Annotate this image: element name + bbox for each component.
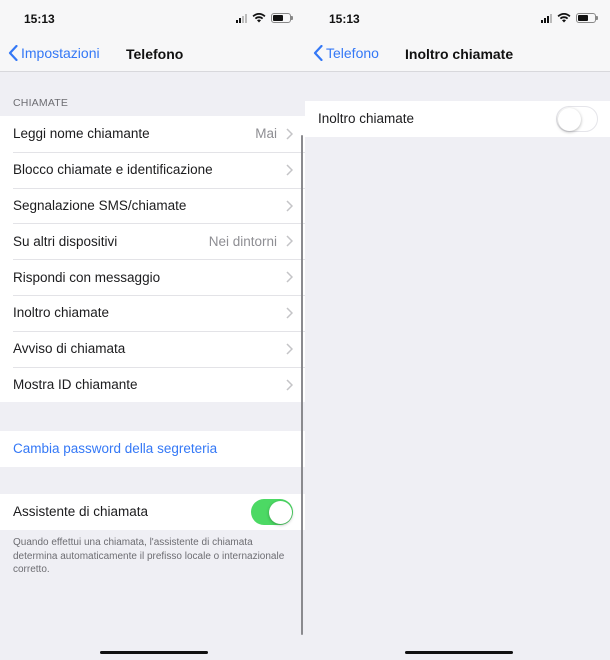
chevron-right-icon bbox=[286, 128, 293, 140]
row-call-forwarding[interactable]: Inoltro chiamate bbox=[0, 294, 305, 331]
battery-icon bbox=[576, 13, 598, 23]
row-call-waiting[interactable]: Avviso di chiamata bbox=[0, 330, 305, 367]
chevron-left-icon bbox=[313, 45, 323, 61]
home-indicator[interactable] bbox=[100, 651, 208, 654]
back-label: Impostazioni bbox=[21, 45, 100, 61]
page-title: Telefono bbox=[126, 46, 184, 62]
row-show-caller-id[interactable]: Mostra ID chiamante bbox=[0, 366, 305, 403]
voicemail-group: Cambia password della segreteria bbox=[0, 431, 305, 467]
back-label: Telefono bbox=[326, 45, 379, 61]
chevron-right-icon bbox=[286, 343, 293, 355]
navigation-bar: Impostazioni Telefono bbox=[0, 36, 305, 72]
status-bar: 15:13 bbox=[305, 0, 610, 36]
status-time: 15:13 bbox=[329, 12, 360, 26]
call-forwarding-toggle[interactable] bbox=[556, 106, 598, 132]
chevron-right-icon bbox=[286, 235, 293, 247]
wifi-icon bbox=[252, 13, 266, 23]
dial-assist-group: Assistente di chiamata bbox=[0, 494, 305, 530]
row-announce-calls[interactable]: Leggi nome chiamante Mai bbox=[0, 116, 305, 152]
forwarding-group: Inoltro chiamate bbox=[305, 101, 610, 137]
dial-assist-description: Quando effettui una chiamata, l'assisten… bbox=[13, 537, 285, 575]
back-button[interactable]: Telefono bbox=[313, 45, 379, 61]
status-time: 15:13 bbox=[24, 12, 55, 26]
wifi-icon bbox=[557, 13, 571, 23]
chevron-right-icon bbox=[286, 164, 293, 176]
row-sms-call-reporting[interactable]: Segnalazione SMS/chiamate bbox=[0, 187, 305, 224]
cellular-signal-icon bbox=[541, 13, 552, 23]
row-call-forwarding-switch: Inoltro chiamate bbox=[305, 101, 610, 137]
scrollbar[interactable] bbox=[301, 135, 303, 635]
row-detail: Nei dintorni bbox=[208, 233, 277, 249]
chevron-right-icon bbox=[286, 271, 293, 283]
dial-assist-toggle[interactable] bbox=[251, 499, 293, 525]
battery-icon bbox=[271, 13, 293, 23]
section-header-calls: CHIAMATE bbox=[13, 97, 69, 109]
status-bar: 15:13 bbox=[0, 0, 305, 36]
chevron-left-icon bbox=[8, 45, 18, 61]
home-indicator[interactable] bbox=[405, 651, 513, 654]
page-title: Inoltro chiamate bbox=[405, 46, 514, 62]
back-button[interactable]: Impostazioni bbox=[8, 45, 100, 61]
chevron-right-icon bbox=[286, 379, 293, 391]
phone-settings-screen: 15:13 Impostazioni Telefono CHIAMATE Leg… bbox=[0, 0, 305, 660]
row-other-devices[interactable]: Su altri dispositivi Nei dintorni bbox=[0, 223, 305, 259]
chevron-right-icon bbox=[286, 200, 293, 212]
row-dial-assist: Assistente di chiamata bbox=[0, 494, 305, 530]
row-call-blocking[interactable]: Blocco chiamate e identificazione bbox=[0, 151, 305, 188]
call-forwarding-screen: 15:13 Telefono Inoltro chiamate Inoltro … bbox=[305, 0, 610, 660]
calls-settings-group: Leggi nome chiamante Mai Blocco chiamate… bbox=[0, 116, 305, 403]
change-voicemail-password-link[interactable]: Cambia password della segreteria bbox=[0, 431, 305, 467]
chevron-right-icon bbox=[286, 307, 293, 319]
navigation-bar: Telefono Inoltro chiamate bbox=[305, 36, 610, 72]
row-detail: Mai bbox=[255, 126, 277, 142]
cellular-signal-icon bbox=[236, 13, 247, 23]
row-respond-with-text[interactable]: Rispondi con messaggio bbox=[0, 259, 305, 295]
